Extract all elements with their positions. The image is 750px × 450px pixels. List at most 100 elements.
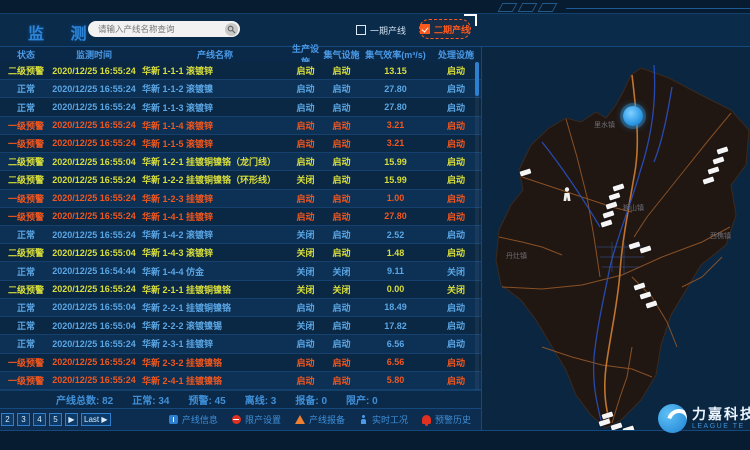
- table-row[interactable]: 二级预警2020/12/25 16:55:24华新 1-2-2 挂镀铜镍铬（环形…: [0, 171, 481, 189]
- district-map[interactable]: 里水镇狮山镇丹灶镇西樵镇: [482, 47, 750, 430]
- treat-cell: 启动: [431, 356, 481, 369]
- time-cell: 2020/12/25 16:55:24: [52, 102, 136, 112]
- line-name-cell: 华新 2-3-1 挂镀锌: [136, 337, 288, 350]
- gas-cell: 启动: [323, 119, 360, 132]
- phase2-checkbox[interactable]: [420, 24, 430, 34]
- status-cell: 正常: [0, 101, 52, 114]
- status-cell: 正常: [0, 301, 52, 314]
- efficiency-cell: 17.82: [360, 321, 431, 331]
- prod-cell: 启动: [288, 64, 323, 77]
- efficiency-cell: 2.52: [360, 230, 431, 240]
- status-cell: 正常: [0, 82, 52, 95]
- footer-button-label: 产线报备: [309, 413, 345, 426]
- column-header: 产线名称: [136, 47, 288, 62]
- efficiency-cell: 13.15: [360, 66, 431, 76]
- footer-button-实时工况[interactable]: 实时工况: [359, 413, 408, 426]
- time-cell: 2020/12/25 16:55:04: [52, 302, 136, 312]
- time-cell: 2020/12/25 16:54:44: [52, 266, 136, 276]
- table-row[interactable]: 二级预警2020/12/25 16:55:04华新 1-4-3 滚镀锌关闭启动1…: [0, 244, 481, 262]
- footer-button-限产设置[interactable]: 限产设置: [232, 413, 281, 426]
- gas-cell: 启动: [323, 228, 360, 241]
- brand-logo-icon: [658, 404, 687, 433]
- prod-cell: 启动: [288, 155, 323, 168]
- table-scrollbar-track[interactable]: [475, 62, 479, 390]
- last-page-button[interactable]: Last ▶: [81, 413, 111, 426]
- line-name-cell: 华新 1-1-3 滚镀锌: [136, 101, 288, 114]
- table-row[interactable]: 二级预警2020/12/25 16:55:04华新 1-2-1 挂镀铜镍铬（龙门…: [0, 153, 481, 171]
- table-row[interactable]: 一级预警2020/12/25 16:55:24华新 1-1-5 滚镀锌启动启动3…: [0, 135, 481, 153]
- table-row[interactable]: 二级预警2020/12/25 16:55:24华新 1-1-1 滚镀锌启动启动1…: [0, 62, 481, 80]
- line-name-cell: 华新 2-2-1 挂镀铜镍铬: [136, 301, 288, 314]
- page-button[interactable]: 3: [17, 413, 30, 426]
- prod-cell: 启动: [288, 337, 323, 350]
- efficiency-cell: 6.56: [360, 357, 431, 367]
- table-body: 二级预警2020/12/25 16:55:24华新 1-1-1 滚镀锌启动启动1…: [0, 62, 481, 390]
- summary-item: 产线总数: 82: [56, 392, 113, 407]
- time-cell: 2020/12/25 16:55:24: [52, 357, 136, 367]
- efficiency-cell: 18.49: [360, 302, 431, 312]
- treat-cell: 启动: [431, 228, 481, 241]
- table-row[interactable]: 一级预警2020/12/25 16:55:24华新 1-1-4 滚镀锌启动启动3…: [0, 117, 481, 135]
- table-row[interactable]: 一级预警2020/12/25 16:55:24华新 2-4-1 挂镀镍铬启动启动…: [0, 372, 481, 390]
- time-cell: 2020/12/25 16:55:04: [52, 321, 136, 331]
- treat-cell: 启动: [431, 374, 481, 387]
- deco-shape: [518, 3, 538, 12]
- town-label: 狮山镇: [623, 203, 644, 213]
- table-footer-bar: 2345▶Last ▶ 产线信息 限产设置 产线报备 实时工况 预警历史: [0, 408, 481, 430]
- prod-cell: 关闭: [288, 319, 323, 332]
- summary-item: 预警: 45: [188, 392, 225, 407]
- table-row[interactable]: 二级预警2020/12/25 16:55:24华新 2-1-1 挂镀铜镍铬关闭关…: [0, 281, 481, 299]
- efficiency-cell: 27.80: [360, 211, 431, 221]
- gas-cell: 启动: [323, 64, 360, 77]
- pagination: 2345▶Last ▶: [1, 413, 111, 426]
- table-row[interactable]: 正常2020/12/25 16:55:24华新 1-1-2 滚镀镍启动启动27.…: [0, 80, 481, 98]
- gas-cell: 启动: [323, 173, 360, 186]
- deco-line: [566, 8, 750, 9]
- treat-cell: 启动: [431, 64, 481, 77]
- info-icon: [169, 415, 178, 424]
- status-cell: 一级预警: [0, 210, 52, 223]
- alarm-icon: [422, 415, 431, 424]
- table-row[interactable]: 正常2020/12/25 16:55:04华新 2-2-2 滚镀镍锡关闭启动17…: [0, 317, 481, 335]
- page-button[interactable]: 5: [49, 413, 62, 426]
- efficiency-cell: 1.48: [360, 248, 431, 258]
- gas-cell: 启动: [323, 82, 360, 95]
- status-cell: 二级预警: [0, 64, 52, 77]
- page-button[interactable]: 2: [1, 413, 14, 426]
- table-row[interactable]: 正常2020/12/25 16:55:24华新 1-4-2 滚镀锌关闭启动2.5…: [0, 226, 481, 244]
- gas-cell: 关闭: [323, 265, 360, 278]
- prod-cell: 关闭: [288, 228, 323, 241]
- table-row[interactable]: 正常2020/12/25 16:55:04华新 2-2-1 挂镀铜镍铬启动启动1…: [0, 299, 481, 317]
- selected-site-marker[interactable]: [623, 106, 643, 126]
- line-name-cell: 华新 1-2-3 挂镀锌: [136, 192, 288, 205]
- line-name-cell: 华新 1-4-2 滚镀锌: [136, 228, 288, 241]
- phase1-checkbox[interactable]: [356, 25, 366, 35]
- table-row[interactable]: 正常2020/12/25 16:54:44华新 1-4-4 仿金关闭关闭9.11…: [0, 262, 481, 280]
- next-page-button[interactable]: ▶: [65, 413, 78, 426]
- prod-cell: 启动: [288, 137, 323, 150]
- table-row[interactable]: 正常2020/12/25 16:55:24华新 1-1-3 滚镀锌启动启动27.…: [0, 98, 481, 116]
- table-row[interactable]: 正常2020/12/25 16:55:24华新 2-3-1 挂镀锌启动启动6.5…: [0, 335, 481, 353]
- page-button[interactable]: 4: [33, 413, 46, 426]
- prod-cell: 关闭: [288, 246, 323, 259]
- footer-button-产线信息[interactable]: 产线信息: [169, 413, 218, 426]
- column-header: 监测时间: [52, 47, 136, 62]
- table-scrollbar-thumb[interactable]: [475, 62, 479, 96]
- footer-button-产线报备[interactable]: 产线报备: [295, 413, 345, 426]
- time-cell: 2020/12/25 16:55:04: [52, 248, 136, 258]
- efficiency-cell: 5.80: [360, 375, 431, 385]
- top-decoration-band: [0, 0, 750, 14]
- gas-cell: 启动: [323, 246, 360, 259]
- table-row[interactable]: 一级预警2020/12/25 16:55:24华新 2-3-2 挂镀镍铬启动启动…: [0, 354, 481, 372]
- time-cell: 2020/12/25 16:55:24: [52, 138, 136, 148]
- table-row[interactable]: 一级预警2020/12/25 16:55:24华新 1-4-1 挂镀锌启动启动2…: [0, 208, 481, 226]
- footer-button-label: 限产设置: [245, 413, 281, 426]
- prod-cell: 启动: [288, 192, 323, 205]
- phase1-filter[interactable]: 一期产线: [356, 14, 406, 46]
- search-input[interactable]: [88, 24, 225, 34]
- search-icon[interactable]: [225, 23, 238, 36]
- footer-button-预警历史[interactable]: 预警历史: [422, 413, 471, 426]
- table-row[interactable]: 一级预警2020/12/25 16:55:24华新 1-2-3 挂镀锌启动启动1…: [0, 190, 481, 208]
- time-cell: 2020/12/25 16:55:24: [52, 375, 136, 385]
- header-bar: 监 测 一期产线 二期产线: [0, 14, 750, 47]
